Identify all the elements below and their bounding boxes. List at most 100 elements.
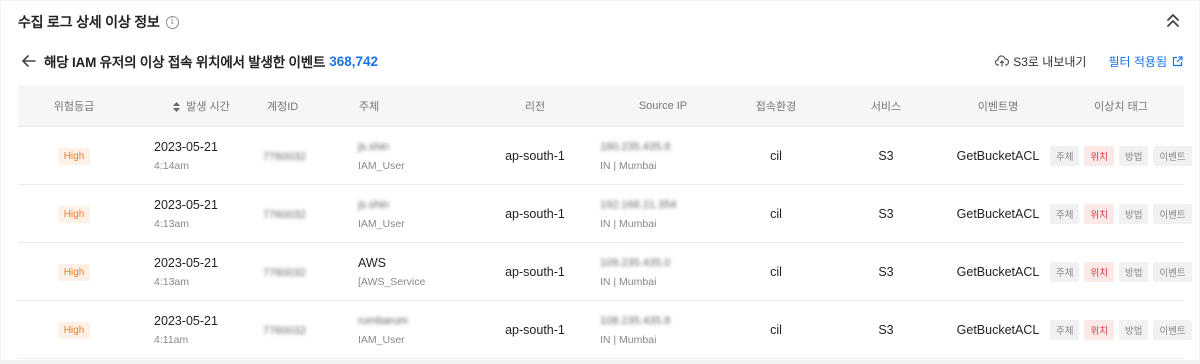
risk-badge: High (57, 264, 91, 281)
event-date: 2023-05-21 (154, 313, 218, 328)
table-row[interactable]: High 2023-05-21 4:13am 7760032 js.shin I… (18, 185, 1192, 243)
region: ap-south-1 (505, 206, 565, 221)
tag-event[interactable]: 이벤트 (1153, 203, 1192, 224)
col-service[interactable]: 서비스 (826, 98, 946, 114)
events-table: 위험등급 발생 시간 계정ID 주체 리전 Source IP 접속환경 서비스… (18, 85, 1192, 359)
arrow-left-icon (22, 55, 36, 67)
export-s3-button[interactable]: S3로 내보내기 (995, 53, 1086, 70)
event-time: 4:14am (154, 159, 190, 172)
source-ip: 192.168.21.354 (600, 198, 677, 211)
table-header: 위험등급 발생 시간 계정ID 주체 리전 Source IP 접속환경 서비스… (18, 85, 1184, 127)
anomaly-tags: 주체 위치 방법 이벤트 (1050, 261, 1192, 282)
event-date: 2023-05-21 (154, 139, 218, 154)
event-time: 4:13am (154, 275, 190, 288)
filter-label: 필터 적용됨 (1108, 54, 1167, 69)
event-subheader: 해당 IAM 유저의 이상 접속 위치에서 발생한 이벤트 368,742 S3… (21, 51, 1183, 71)
account-id: 7760032 (263, 324, 306, 337)
account-id: 7760032 (263, 266, 306, 279)
event-date: 2023-05-21 (154, 255, 218, 270)
horizontal-scrollbar[interactable] (1, 360, 1199, 364)
actor-name: js.shin (358, 140, 390, 153)
service: S3 (878, 264, 894, 279)
event-time: 4:13am (154, 217, 190, 230)
actor-name: js.shin (358, 198, 390, 211)
ip-location: IN | Mumbai (600, 159, 657, 172)
event-title: 해당 IAM 유저의 이상 접속 위치에서 발생한 이벤트 (44, 55, 326, 70)
collapse-button[interactable] (1165, 11, 1181, 31)
region: ap-south-1 (505, 322, 565, 337)
sort-icon[interactable] (173, 101, 181, 112)
region: ap-south-1 (505, 148, 565, 163)
ip-location: IN | Mumbai (600, 333, 657, 346)
tag-actor[interactable]: 주체 (1050, 319, 1080, 340)
filter-applied-link[interactable]: 필터 적용됨 (1108, 53, 1183, 70)
col-env[interactable]: 접속환경 (726, 98, 826, 114)
col-actor[interactable]: 주체 (358, 98, 470, 114)
risk-badge: High (57, 206, 91, 223)
cloud-upload-icon (995, 55, 1010, 67)
info-icon[interactable]: i (165, 15, 179, 29)
event-count: 368,742 (329, 53, 378, 69)
actor-type: IAM_User (358, 333, 405, 346)
col-region[interactable]: 리전 (470, 98, 600, 114)
access-env: cil (770, 206, 782, 221)
tag-actor[interactable]: 주체 (1050, 145, 1080, 166)
tag-method[interactable]: 방법 (1118, 261, 1149, 282)
back-button[interactable] (21, 53, 37, 69)
col-source-ip[interactable]: Source IP (600, 100, 726, 112)
ip-location: IN | Mumbai (600, 275, 657, 288)
actor-type: [AWS_Service (358, 275, 426, 288)
anomaly-tags: 주체 위치 방법 이벤트 (1050, 203, 1192, 224)
source-ip: 180.235.435.8 (600, 140, 671, 153)
tag-method[interactable]: 방법 (1118, 319, 1149, 340)
anomaly-detail-panel: 수집 로그 상세 이상 정보 i 해당 IAM 유저의 이상 접속 위치에서 발… (1, 1, 1199, 364)
tag-actor[interactable]: 주체 (1050, 261, 1080, 282)
tag-event[interactable]: 이벤트 (1153, 319, 1192, 340)
tag-event[interactable]: 이벤트 (1153, 261, 1192, 282)
event-name: GetBucketACL (956, 322, 1040, 337)
col-risk[interactable]: 위험등급 (18, 98, 130, 114)
actor-name: AWS (358, 255, 387, 270)
tag-location[interactable]: 위치 (1084, 203, 1114, 224)
tag-method[interactable]: 방법 (1118, 203, 1149, 224)
actor-type: IAM_User (358, 159, 405, 172)
risk-badge: High (57, 322, 91, 339)
table-row[interactable]: High 2023-05-21 4:13am 7760032 AWS [AWS_… (18, 243, 1192, 301)
access-env: cil (770, 148, 782, 163)
export-label: S3로 내보내기 (1013, 54, 1087, 69)
col-time-label: 발생 시간 (186, 100, 230, 113)
service: S3 (878, 148, 894, 163)
access-env: cil (770, 264, 782, 279)
tag-actor[interactable]: 주체 (1050, 203, 1080, 224)
tag-location[interactable]: 위치 (1084, 261, 1114, 282)
anomaly-tags: 주체 위치 방법 이벤트 (1050, 145, 1192, 166)
event-name: GetBucketACL (956, 264, 1040, 279)
source-ip: 109.235.435.0 (600, 256, 671, 269)
external-link-icon (1172, 55, 1183, 66)
account-id: 7760032 (263, 208, 306, 221)
table-row[interactable]: High 2023-05-21 4:14am 7760032 js.shin I… (18, 127, 1192, 185)
col-tags[interactable]: 이상치 태그 (1050, 98, 1184, 114)
col-time[interactable]: 발생 시간 (130, 98, 263, 114)
subheader-actions: S3로 내보내기 필터 적용됨 (995, 53, 1183, 70)
ip-location: IN | Mumbai (600, 217, 657, 230)
tag-method[interactable]: 방법 (1118, 145, 1149, 166)
service: S3 (878, 206, 894, 221)
table-row[interactable]: High 2023-05-21 4:11am 7760032 rumbarum … (18, 301, 1192, 359)
tag-location[interactable]: 위치 (1084, 319, 1114, 340)
anomaly-tags: 주체 위치 방법 이벤트 (1050, 319, 1192, 340)
access-env: cil (770, 322, 782, 337)
event-name: GetBucketACL (956, 206, 1040, 221)
risk-badge: High (57, 148, 91, 165)
panel-title: 수집 로그 상세 이상 정보 (18, 14, 160, 30)
tag-location[interactable]: 위치 (1084, 145, 1114, 166)
chevron-double-up-icon (1167, 14, 1179, 27)
col-event[interactable]: 이벤트명 (946, 98, 1050, 114)
event-name: GetBucketACL (956, 148, 1040, 163)
tag-event[interactable]: 이벤트 (1153, 145, 1192, 166)
account-id: 7760032 (263, 150, 306, 163)
col-account[interactable]: 계정ID (263, 98, 358, 114)
panel-header: 수집 로그 상세 이상 정보 i (18, 12, 179, 32)
event-time: 4:11am (154, 333, 189, 346)
source-ip: 108.235.435.8 (600, 314, 671, 327)
